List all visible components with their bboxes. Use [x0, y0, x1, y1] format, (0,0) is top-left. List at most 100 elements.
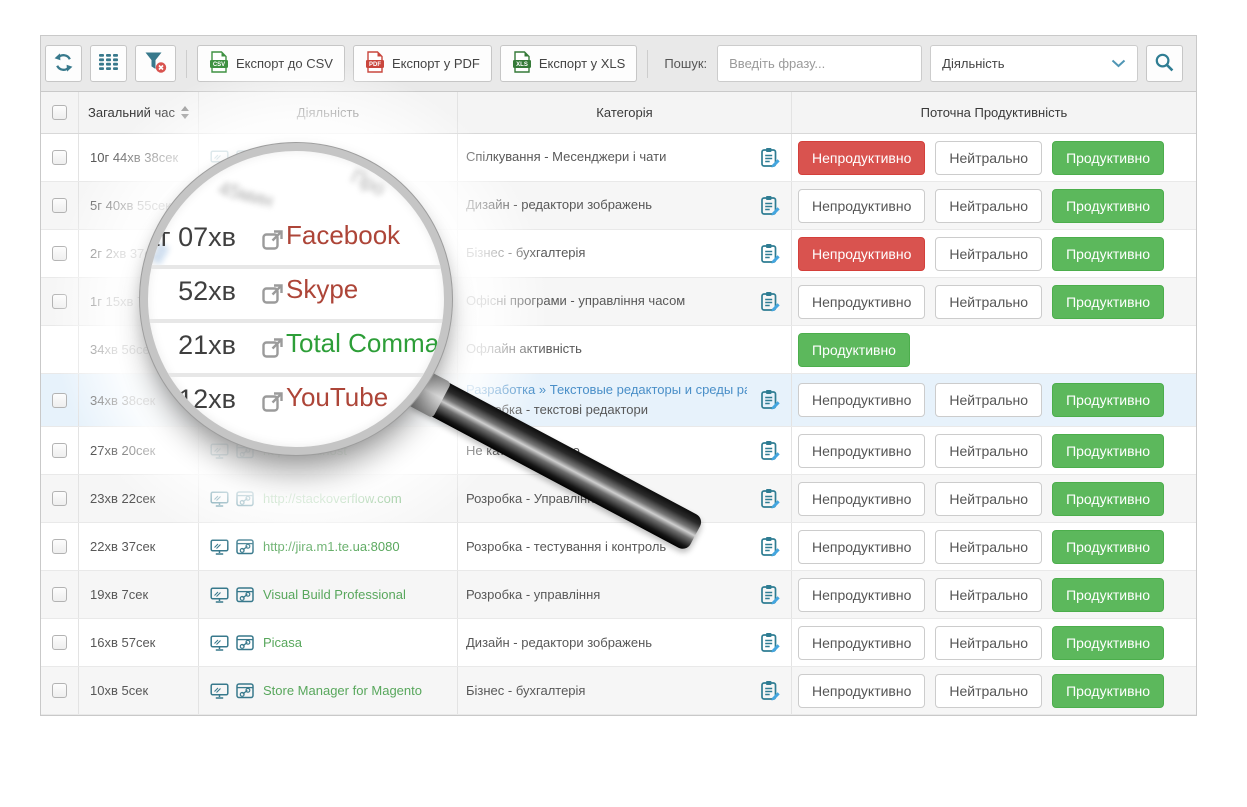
productive-button[interactable]: Продуктивно: [1052, 674, 1164, 708]
sort-icon[interactable]: [181, 106, 189, 119]
export-csv-button[interactable]: CSV Експорт до CSV: [197, 45, 345, 82]
productive-button[interactable]: Продуктивно: [1052, 383, 1164, 417]
columns-button[interactable]: [90, 45, 127, 82]
category-tooltip: Разработка » Текстовые редакторы и среды…: [466, 380, 747, 400]
monitor-icon: [210, 587, 230, 603]
productive-button[interactable]: Продуктивно: [1052, 626, 1164, 660]
productive-button[interactable]: Продуктивно: [1052, 285, 1164, 319]
edit-category-icon[interactable]: [759, 535, 782, 558]
edit-category-icon[interactable]: [759, 631, 782, 654]
activity-name[interactable]: Visual Build Professional: [263, 587, 406, 602]
row-checkbox[interactable]: [52, 683, 67, 698]
refresh-button[interactable]: [45, 45, 82, 82]
edit-category-icon[interactable]: [759, 679, 782, 702]
unproductive-button[interactable]: Непродуктивно: [798, 482, 925, 516]
edit-category-icon[interactable]: [759, 242, 782, 265]
table-row: 22хв 37сек: [41, 523, 1196, 571]
magnified-row: 12хвYouTube: [148, 381, 444, 421]
monitor-icon: [210, 539, 230, 555]
row-checkbox[interactable]: [52, 443, 67, 458]
neutral-button[interactable]: Нейтрально: [935, 482, 1042, 516]
row-checkbox[interactable]: [52, 294, 67, 309]
neutral-button[interactable]: Нейтрально: [935, 674, 1042, 708]
export-xls-button[interactable]: XLS Експорт у XLS: [500, 45, 637, 82]
neutral-button[interactable]: Нейтрально: [935, 189, 1042, 223]
category-label: Офлайн активність: [466, 339, 747, 359]
external-link-icon: [261, 389, 286, 414]
neutral-button[interactable]: Нейтрально: [935, 626, 1042, 660]
browser-link-icon: [236, 635, 254, 651]
export-csv-label: Експорт до CSV: [236, 56, 333, 71]
edit-category-icon[interactable]: [759, 439, 782, 462]
neutral-button[interactable]: Нейтрально: [935, 383, 1042, 417]
productive-button[interactable]: Продуктивно: [1052, 237, 1164, 271]
productive-button[interactable]: Продуктивно: [1052, 482, 1164, 516]
total-time: 27хв 20сек: [90, 443, 155, 458]
productive-button[interactable]: Продуктивно: [1052, 578, 1164, 612]
neutral-button[interactable]: Нейтрально: [935, 141, 1042, 175]
unproductive-button[interactable]: Непродуктивно: [798, 434, 925, 468]
edit-category-icon[interactable]: [759, 583, 782, 606]
row-checkbox[interactable]: [52, 635, 67, 650]
productive-button[interactable]: Продуктивно: [1052, 530, 1164, 564]
xls-file-icon: XLS: [512, 51, 532, 76]
neutral-button[interactable]: Нейтрально: [935, 434, 1042, 468]
search-field-select[interactable]: Діяльність: [930, 45, 1138, 82]
magnified-activity-name: Total Comma: [286, 328, 439, 359]
productive-button[interactable]: Продуктивно: [1052, 141, 1164, 175]
external-link-icon: [261, 335, 286, 360]
unproductive-button[interactable]: Непродуктивно: [798, 578, 925, 612]
activity-name[interactable]: Store Manager for Magento: [263, 683, 422, 698]
search-field-value: Діяльність: [942, 56, 1004, 71]
unproductive-button[interactable]: Непродуктивно: [798, 285, 925, 319]
total-time: 23хв 22сек: [90, 491, 155, 506]
browser-link-icon: [236, 491, 254, 507]
activity-name[interactable]: http://stackoverflow.com: [263, 491, 402, 506]
unproductive-button[interactable]: Непродуктивно: [798, 383, 925, 417]
edit-category-icon[interactable]: [759, 290, 782, 313]
unproductive-button[interactable]: Непродуктивно: [798, 141, 925, 175]
row-checkbox[interactable]: [52, 539, 67, 554]
unproductive-button[interactable]: Непродуктивно: [798, 189, 925, 223]
search-button[interactable]: [1146, 45, 1183, 82]
svg-text:PDF: PDF: [369, 62, 381, 68]
svg-text:XLS: XLS: [516, 62, 528, 68]
table-header-row: Загальний час Діяльність Категорія Поточ…: [41, 92, 1196, 134]
magnified-time: 52хв: [140, 276, 236, 307]
export-pdf-button[interactable]: PDF Експорт у PDF: [353, 45, 492, 82]
neutral-button[interactable]: Нейтрально: [935, 285, 1042, 319]
activity-name[interactable]: Picasa: [263, 635, 302, 650]
neutral-button[interactable]: Нейтрально: [935, 530, 1042, 564]
monitor-icon: [210, 635, 230, 651]
edit-category-icon[interactable]: [759, 194, 782, 217]
edit-category-icon[interactable]: [759, 389, 782, 412]
row-checkbox[interactable]: [52, 491, 67, 506]
row-checkbox[interactable]: [52, 393, 67, 408]
productive-button[interactable]: Продуктивно: [1052, 434, 1164, 468]
total-time: 34хв 38сек: [90, 393, 155, 408]
csv-file-icon: CSV: [209, 51, 229, 76]
activity: Picasa: [210, 635, 302, 651]
magnified-row: 1г 07хвFacebook: [148, 219, 444, 259]
unproductive-button[interactable]: Непродуктивно: [798, 626, 925, 660]
magnified-row-divider: [148, 373, 444, 377]
edit-category-icon[interactable]: [759, 487, 782, 510]
edit-category-icon[interactable]: [759, 146, 782, 169]
search-input[interactable]: [717, 45, 922, 82]
row-checkbox[interactable]: [52, 246, 67, 261]
toolbar-divider: [647, 50, 648, 78]
activity-name[interactable]: http://jira.m1.te.ua:8080: [263, 539, 400, 554]
row-checkbox[interactable]: [52, 150, 67, 165]
unproductive-button[interactable]: Непродуктивно: [798, 674, 925, 708]
row-checkbox[interactable]: [52, 587, 67, 602]
clear-filter-button[interactable]: [135, 45, 176, 82]
productive-button[interactable]: Продуктивно: [1052, 189, 1164, 223]
unproductive-button[interactable]: Непродуктивно: [798, 530, 925, 564]
productive-button[interactable]: Продуктивно: [798, 333, 910, 367]
neutral-button[interactable]: Нейтрально: [935, 237, 1042, 271]
unproductive-button[interactable]: Непродуктивно: [798, 237, 925, 271]
row-checkbox[interactable]: [52, 198, 67, 213]
select-all-checkbox[interactable]: [52, 105, 67, 120]
neutral-button[interactable]: Нейтрально: [935, 578, 1042, 612]
refresh-icon: [53, 52, 74, 76]
